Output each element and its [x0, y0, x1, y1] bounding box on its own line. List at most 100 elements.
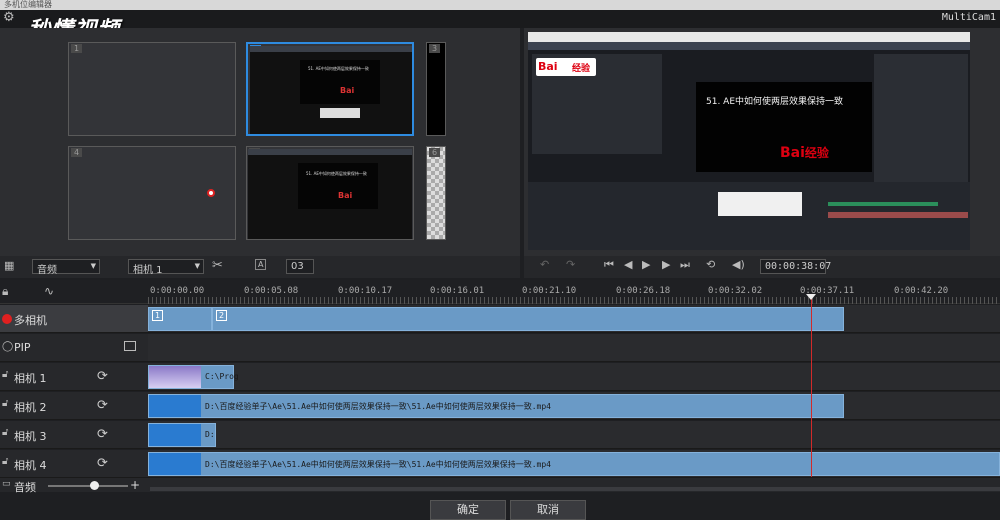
redo-icon[interactable]: ↷ [566, 258, 575, 271]
ruler-tick-label: 0:00:16.01 [430, 286, 485, 296]
record-icon[interactable] [2, 314, 12, 324]
camera-dropdown[interactable]: 相机 1 ▼ [128, 259, 204, 276]
slot-preview: 51. AE中如何使两层效果保持一致 Bai [250, 46, 412, 134]
sync-icon[interactable]: ⟳ [97, 398, 108, 413]
cancel-button[interactable]: 取消 [510, 500, 586, 520]
no-signal-icon [207, 189, 215, 197]
clip-thumbnail [149, 395, 201, 417]
source-slot-3[interactable]: 3 [426, 42, 446, 136]
ruler-tick-label: 0:00:42.20 [894, 286, 949, 296]
ruler-tick-label: 0:00:32.02 [708, 286, 763, 296]
play-icon[interactable]: ▶ [642, 258, 650, 271]
preview-timeline [528, 182, 970, 250]
audio-dropdown[interactable]: 音频 ▼ [32, 259, 100, 276]
clip-path: D: [205, 430, 215, 439]
go-start-icon[interactable]: ⏮ [604, 258, 614, 272]
track-label: 相机 2 [14, 401, 47, 414]
source-slot-5[interactable]: 5 51. AE中如何使两层效果保持一致 Bai [246, 146, 414, 240]
lock-icon[interactable]: 🔓︎ [2, 398, 8, 409]
step-forward-icon[interactable]: ▶ [662, 258, 670, 271]
ok-button[interactable]: 确定 [430, 500, 506, 520]
source-slot-1[interactable]: 1 [68, 42, 236, 136]
track-header-multicam[interactable]: 多相机 [0, 305, 148, 333]
camera-clip[interactable]: D:\百度经验单子\Ae\51.Ae中如何使两层效果保持一致\51.Ae中如何使… [148, 394, 844, 418]
horizontal-scrollbar[interactable] [150, 487, 1000, 491]
track-label: PIP [14, 341, 31, 354]
ruler-ticks [148, 297, 1000, 304]
go-end-icon[interactable]: ⏭ [680, 258, 690, 272]
volume-icon[interactable]: ◀) [732, 258, 745, 271]
track-lane-camera-3[interactable]: D: [148, 421, 1000, 449]
slot-number: 1 [71, 44, 83, 53]
audio-label: 音频 [14, 481, 36, 494]
top-toolbar [0, 10, 1000, 28]
slot-number: 3 [429, 44, 441, 53]
lock-icon[interactable]: 🔓︎ [2, 369, 8, 380]
loop-icon[interactable]: ⟲ [706, 258, 715, 271]
timecode-value: 00:00:38 [765, 261, 814, 272]
layout-stepper-value: 03 [291, 261, 304, 272]
layout-grid-icon[interactable]: ▦ [4, 259, 14, 272]
playhead[interactable] [811, 297, 812, 477]
lock-icon[interactable]: 🔓︎ [2, 456, 8, 467]
track-header-camera-3[interactable]: 🔓︎ 相机 3 ⟳ [0, 421, 148, 449]
multicam-clip[interactable]: 2 [212, 307, 844, 331]
scissors-icon[interactable]: ✂ [212, 258, 223, 273]
preview-menubar [528, 32, 970, 42]
clip-camera-number: 1 [152, 310, 164, 321]
track-header-camera-2[interactable]: 🔓︎ 相机 2 ⟳ [0, 392, 148, 420]
sync-icon[interactable]: ⟳ [97, 456, 108, 471]
ruler-tick-label: 0:00:00.00 [150, 286, 205, 296]
source-slot-4[interactable]: 4 [68, 146, 236, 240]
layout-stepper[interactable]: 03 [286, 259, 314, 274]
clip-path: C:\Prog [205, 372, 239, 381]
multicam-clip[interactable]: 1 [148, 307, 212, 331]
chevron-down-icon: ▼ [90, 262, 96, 270]
camera-clip[interactable]: D:\百度经验单子\Ae\51.Ae中如何使两层效果保持一致\51.Ae中如何使… [148, 452, 1000, 476]
track-header-camera-4[interactable]: 🔓︎ 相机 4 ⟳ [0, 450, 148, 478]
sync-icon[interactable]: ⟳ [97, 427, 108, 442]
step-back-icon[interactable]: ◀ [624, 258, 632, 271]
lock-icon[interactable]: 🔓︎ [2, 427, 8, 438]
source-slot-2[interactable]: 2 51. AE中如何使两层效果保持一致 Bai [246, 42, 414, 136]
timecode-field[interactable]: 00:00:38:07 [760, 259, 831, 274]
zoom-slider-handle[interactable] [90, 481, 99, 490]
track-label: 相机 1 [14, 372, 47, 385]
main-preview: Bai 经验 51. AE中如何使两层效果保持一致 Bai经验 [528, 32, 970, 250]
track-header-pip[interactable]: ◯ PIP [0, 334, 148, 362]
track-lane-pip[interactable] [148, 334, 1000, 362]
track-lane-camera-2[interactable]: D:\百度经验单子\Ae\51.Ae中如何使两层效果保持一致\51.Ae中如何使… [148, 392, 1000, 420]
slot-caption: 51. AE中如何使两层效果保持一致 [306, 171, 367, 176]
ruler-tick-label: 0:00:26.18 [616, 286, 671, 296]
waveform-icon[interactable]: ∿ [44, 284, 54, 298]
track-lane-camera-4[interactable]: D:\百度经验单子\Ae\51.Ae中如何使两层效果保持一致\51.Ae中如何使… [148, 450, 1000, 478]
track-header-camera-1[interactable]: 🔓︎ 相机 1 ⟳ [0, 363, 148, 391]
slot-caption: 51. AE中如何使两层效果保持一致 [308, 66, 369, 71]
clip-thumbnail [149, 424, 201, 446]
slot-number: 4 [71, 148, 83, 157]
track-label: 相机 4 [14, 459, 47, 472]
chevron-down-icon: ▼ [194, 262, 200, 270]
sync-icon[interactable]: ⟳ [97, 369, 108, 384]
track-lane-multicam[interactable]: 1 2 [148, 305, 1000, 333]
clip-camera-number: 2 [216, 310, 228, 321]
clip-thumbnail [149, 366, 201, 388]
clip-path: D:\百度经验单子\Ae\51.Ae中如何使两层效果保持一致\51.Ae中如何使… [205, 402, 551, 411]
undo-icon[interactable]: ↶ [540, 258, 549, 271]
ruler-tick-label: 0:00:21.10 [522, 286, 577, 296]
preview-popup [718, 192, 802, 216]
slot-logo: Bai [338, 191, 353, 200]
pip-settings-icon[interactable] [124, 341, 136, 351]
camera-clip[interactable]: D: [148, 423, 216, 447]
clip-thumbnail [149, 453, 201, 475]
zoom-slider-track[interactable] [48, 485, 128, 487]
lock-all-icon[interactable]: 🔒︎ [2, 284, 8, 299]
pip-layout-icon[interactable]: A [255, 259, 267, 270]
gear-icon[interactable]: ⚙ [3, 11, 17, 25]
ruler-tick-label: 0:00:10.17 [338, 286, 393, 296]
source-slot-6[interactable]: 6 [426, 146, 446, 240]
playhead-handle[interactable] [806, 294, 816, 300]
camera-clip[interactable]: C:\Prog [148, 365, 239, 389]
track-lane-camera-1[interactable]: C:\Prog [148, 363, 1000, 391]
zoom-in-icon[interactable]: + [130, 478, 140, 492]
